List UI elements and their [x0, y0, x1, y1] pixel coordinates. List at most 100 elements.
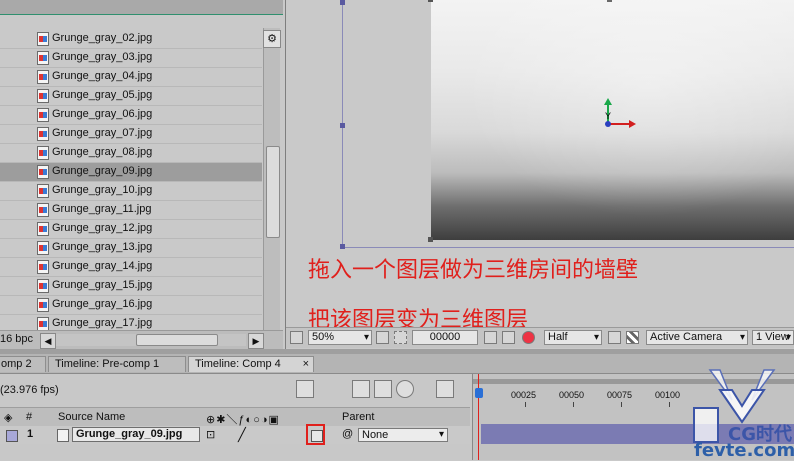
shy-switch-icon[interactable]: ⊡	[206, 428, 215, 441]
mask-visibility-icon[interactable]	[394, 331, 407, 344]
scroll-left-icon[interactable]: ◀	[40, 333, 56, 349]
playhead-handle-icon[interactable]	[475, 388, 483, 398]
zoom-dropdown[interactable]: 50%	[308, 330, 372, 345]
file-list-item[interactable]: Grunge_gray_14.jpg	[0, 258, 262, 277]
file-name: Grunge_gray_09.jpg	[52, 165, 153, 177]
layer-switches-icons: ⊕✱＼ƒ◐○◑▣	[206, 414, 280, 426]
footage-icon	[57, 429, 69, 442]
comp-handle	[340, 123, 345, 128]
file-name: Grunge_gray_10.jpg	[52, 184, 153, 196]
label-color-icon[interactable]	[6, 430, 18, 442]
file-name: Grunge_gray_11.jpg	[52, 203, 152, 215]
frame-rate-label: (23.976 fps)	[0, 384, 59, 396]
camera-dropdown[interactable]: Active Camera	[646, 330, 748, 345]
image-file-icon	[37, 70, 49, 84]
layer-name[interactable]: Grunge_gray_09.jpg	[72, 427, 200, 442]
tab-label: omp 2	[1, 358, 32, 370]
frame-blending-icon[interactable]	[374, 380, 392, 398]
index-column-header: #	[26, 411, 33, 423]
tab-comp-2[interactable]: omp 2	[0, 356, 46, 372]
view-layout-dropdown[interactable]: 1 View	[752, 330, 794, 345]
image-file-icon	[37, 317, 49, 330]
image-file-icon	[37, 279, 49, 293]
draft-3d-icon[interactable]	[352, 380, 370, 398]
tab-label: Timeline: Pre-comp 1	[55, 358, 160, 370]
file-list-item[interactable]: Grunge_gray_02.jpg	[0, 30, 262, 49]
file-list-item[interactable]: Grunge_gray_07.jpg	[0, 125, 262, 144]
layer-handle[interactable]	[428, 237, 433, 242]
image-file-icon	[37, 89, 49, 103]
snapshot-icon[interactable]	[484, 331, 497, 344]
file-list-item[interactable]: Grunge_gray_04.jpg	[0, 68, 262, 87]
layer-row[interactable]: 1 Grunge_gray_09.jpg ⊡ ╱ @ None	[0, 424, 470, 445]
annotation-caption: 拖入一个图层做为三维房间的墙壁	[308, 258, 639, 283]
pick-whip-icon[interactable]: @	[342, 428, 353, 440]
bit-depth-label[interactable]: 16 bpc	[0, 333, 33, 345]
file-name: Grunge_gray_07.jpg	[52, 127, 153, 139]
time-tick: 00075	[607, 390, 633, 400]
layer-column-header: ◈ # Source Name ⊕✱＼ƒ◐○◑▣ Parent	[0, 407, 470, 427]
quality-switch-icon[interactable]: ╱	[238, 427, 246, 443]
file-list-item[interactable]: Grunge_gray_16.jpg	[0, 296, 262, 315]
project-file-list: Grunge_gray_02.jpg Grunge_gray_03.jpg Grun…	[0, 28, 262, 330]
tick-mark	[669, 402, 670, 407]
file-list-item[interactable]: Grunge_gray_06.jpg	[0, 106, 262, 125]
image-file-icon	[37, 184, 49, 198]
project-bottom-bar: 16 bpc ◀ ▶	[0, 330, 283, 349]
file-list-item[interactable]: Grunge_gray_10.jpg	[0, 182, 262, 201]
image-file-icon	[37, 51, 49, 65]
live-update-icon[interactable]	[318, 380, 336, 398]
parent-dropdown[interactable]: None	[358, 428, 448, 442]
comp-flowchart-icon[interactable]	[296, 380, 314, 398]
region-of-interest-icon[interactable]	[608, 331, 621, 344]
file-list-item[interactable]: Grunge_gray_05.jpg	[0, 87, 262, 106]
image-file-icon	[37, 32, 49, 46]
show-snapshot-icon[interactable]	[502, 331, 515, 344]
scrollbar-thumb[interactable]	[266, 146, 280, 238]
file-name: Grunge_gray_12.jpg	[52, 222, 153, 234]
horizontal-scrollbar[interactable]	[56, 334, 246, 346]
file-list-item[interactable]: Grunge_gray_12.jpg	[0, 220, 262, 239]
image-file-icon	[37, 222, 49, 236]
motion-blur-icon[interactable]	[396, 380, 414, 398]
tick-mark	[525, 402, 526, 407]
file-list-item[interactable]: Grunge_gray_15.jpg	[0, 277, 262, 296]
file-name: Grunge_gray_13.jpg	[52, 241, 153, 253]
composition-viewer: Y 拖入一个图层做为三维房间的墙壁 把该图层变为三维图层	[286, 0, 794, 333]
image-file-icon	[37, 127, 49, 141]
close-icon[interactable]: ×	[303, 357, 309, 372]
scroll-right-icon[interactable]: ▶	[248, 333, 264, 349]
file-list-item[interactable]: Grunge_gray_08.jpg	[0, 144, 262, 163]
label-column-icon: ◈	[4, 412, 13, 424]
file-list-item[interactable]: Grunge_gray_11.jpg	[0, 201, 262, 220]
current-time-display[interactable]: 00000	[412, 330, 478, 345]
timeline-tab-bar: omp 2 Timeline: Pre-comp 1 Timeline: Com…	[0, 354, 794, 374]
always-preview-icon[interactable]	[290, 331, 303, 344]
file-name: Grunge_gray_02.jpg	[52, 32, 153, 44]
file-list-item[interactable]: Grunge_gray_03.jpg	[0, 49, 262, 68]
resolution-dropdown[interactable]: Half	[544, 330, 602, 345]
layer-handle[interactable]	[428, 0, 433, 2]
flowchart-icon[interactable]: ⚙	[263, 30, 281, 48]
3d-layer-icon[interactable]	[311, 430, 323, 442]
3d-axis-gizmo-icon[interactable]: Y	[596, 96, 636, 136]
channel-icon[interactable]	[522, 331, 535, 344]
project-panel-header	[0, 0, 283, 15]
graph-editor-icon[interactable]	[436, 380, 454, 398]
safe-zones-icon[interactable]	[376, 331, 389, 344]
file-list-item[interactable]: Grunge_gray_09.jpg	[0, 163, 262, 182]
tab-comp-4[interactable]: Timeline: Comp 4 ×	[188, 356, 314, 372]
current-time-indicator[interactable]	[478, 374, 479, 460]
time-tick: 00100	[655, 390, 681, 400]
layer-handle[interactable]	[607, 0, 612, 2]
file-name: Grunge_gray_04.jpg	[52, 70, 153, 82]
file-list-item[interactable]: Grunge_gray_13.jpg	[0, 239, 262, 258]
scrollbar-thumb[interactable]	[136, 334, 218, 346]
image-file-icon	[37, 165, 49, 179]
file-list-item[interactable]: Grunge_gray_17.jpg	[0, 315, 262, 330]
transparency-grid-icon[interactable]	[626, 331, 639, 344]
time-tick: 00050	[559, 390, 585, 400]
tab-pre-comp-1[interactable]: Timeline: Pre-comp 1	[48, 356, 186, 372]
project-vertical-scrollbar[interactable]	[263, 28, 280, 330]
source-name-column-header[interactable]: Source Name	[58, 411, 125, 423]
